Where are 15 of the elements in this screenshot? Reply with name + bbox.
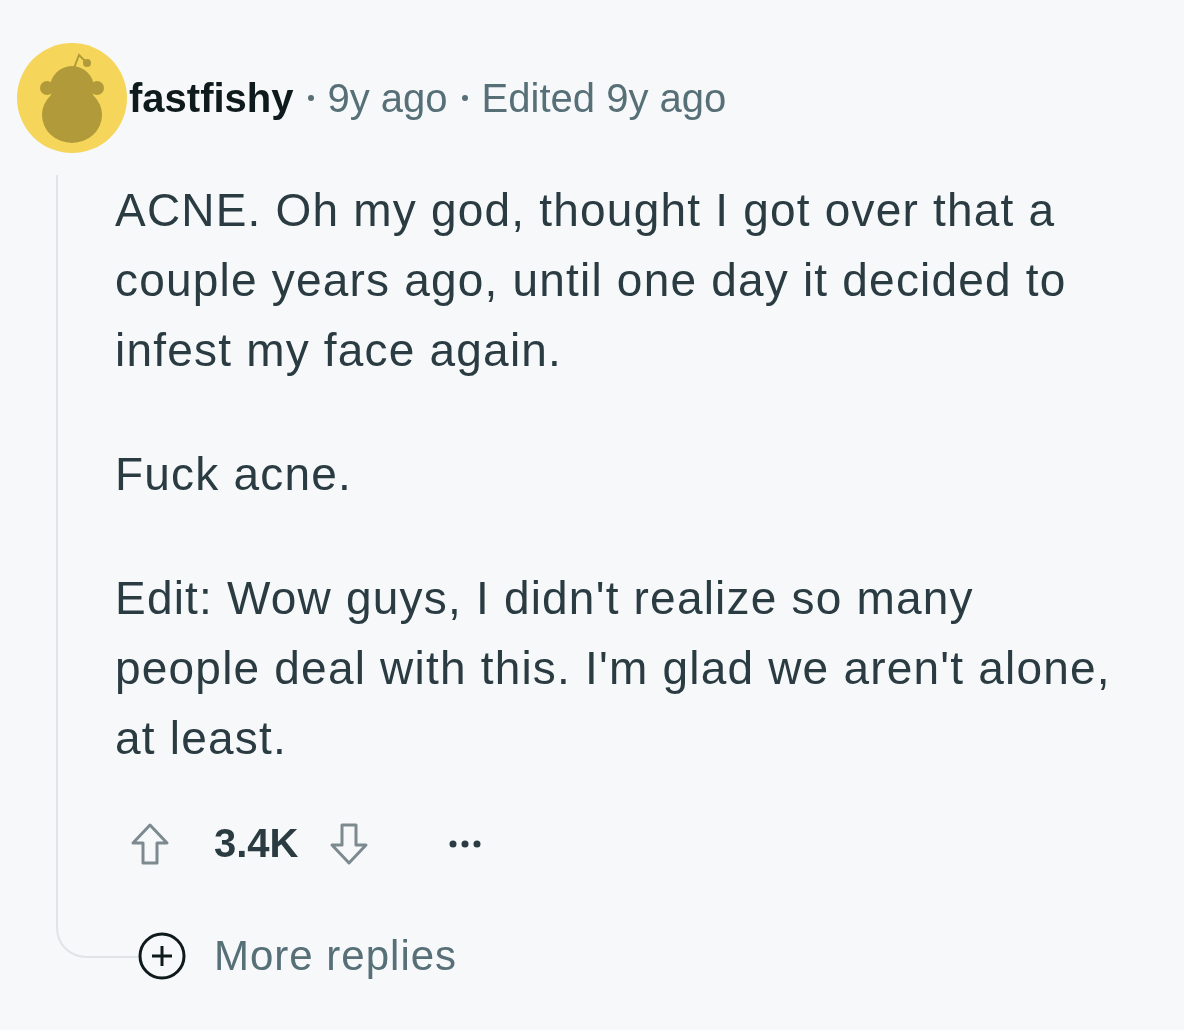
separator-dot [461, 95, 468, 101]
comment-text: ACNE. Oh my god, thought I got over that a couple years ago, until one day it decided to infest my face again. [115, 183, 1068, 378]
upvote-icon[interactable] [130, 821, 170, 866]
more-replies-button[interactable]: More replies [138, 932, 458, 980]
timestamp: 9y ago [327, 75, 448, 121]
separator-dot [307, 95, 314, 101]
downvote-icon[interactable] [328, 821, 369, 866]
username[interactable]: fastfishy [127, 75, 294, 121]
edited-label: Edited 9y ago [481, 75, 727, 121]
plus-icon [138, 932, 186, 980]
comment-text: Fuck acne. [115, 447, 353, 502]
avatar-icon[interactable] [17, 43, 127, 153]
vote-count: 3.4K [214, 821, 299, 866]
comment-text: Edit: Wow guys, I didn't realize so many people deal with this. I'm glad we aren't alone, at least. [115, 571, 1112, 766]
more-options-icon[interactable] [448, 839, 481, 848]
